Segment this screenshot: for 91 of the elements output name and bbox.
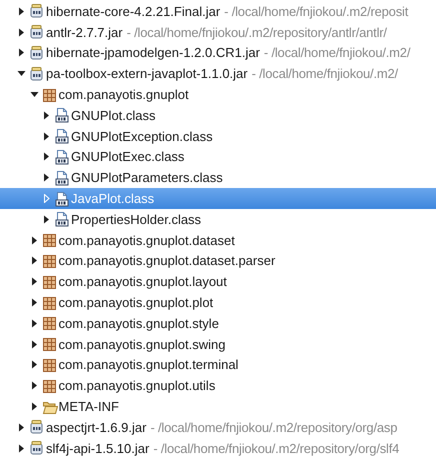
jar-icon bbox=[29, 24, 45, 40]
tree-item[interactable]: com.panayotis.gnuplot.swing bbox=[0, 334, 436, 355]
package-icon bbox=[42, 356, 58, 373]
class-file-icon bbox=[54, 107, 70, 124]
jar-icon bbox=[29, 66, 45, 82]
tree-item[interactable]: com.panayotis.gnuplot.utils bbox=[0, 375, 436, 396]
expand-arrow-icon[interactable] bbox=[30, 277, 38, 286]
item-label: com.panayotis.gnuplot.dataset.parser bbox=[58, 253, 276, 268]
expand-arrow-icon[interactable] bbox=[30, 318, 38, 328]
tree-item[interactable]: com.panayotis.gnuplot.style bbox=[0, 312, 436, 334]
expand-arrow-icon[interactable] bbox=[30, 381, 38, 390]
item-label: com.panayotis.gnuplot.style bbox=[58, 316, 219, 331]
jar-icon bbox=[29, 440, 45, 456]
expand-arrow-icon[interactable] bbox=[17, 6, 26, 16]
item-label: aspectjrt-1.6.9.jar bbox=[46, 420, 146, 435]
item-label: GNUPlotExec.class bbox=[71, 149, 184, 164]
item-label: hibernate-jpamodelgen-1.2.0.CR1.jar bbox=[46, 45, 260, 60]
tree-item[interactable]: hibernate-jpamodelgen-1.2.0.CR1.jar - /local/home/fnjiokou/.m2/ bbox=[0, 42, 436, 64]
expand-arrow-icon[interactable] bbox=[30, 256, 38, 266]
package-icon bbox=[42, 336, 58, 352]
expand-arrow-icon[interactable] bbox=[30, 236, 38, 245]
item-label: com.panayotis.gnuplot.swing bbox=[58, 336, 226, 352]
jar-icon bbox=[29, 419, 45, 436]
item-label: GNUPlotParameters.class bbox=[71, 170, 223, 186]
item-location: - /local/home/fnjiokou/.m2/reposit bbox=[224, 4, 408, 19]
tree-item[interactable]: META-INF bbox=[0, 396, 436, 417]
item-label: com.panayotis.gnuplot.layout bbox=[58, 274, 227, 290]
item-label: antlr-2.7.7.jar bbox=[46, 24, 123, 40]
tree-item[interactable]: com.panayotis.gnuplot bbox=[0, 84, 436, 105]
tree-item[interactable]: GNUPlot.class bbox=[0, 104, 436, 126]
expand-arrow-icon[interactable] bbox=[30, 402, 38, 412]
item-label: hibernate-core-4.2.21.Final.jar bbox=[46, 4, 220, 19]
item-label: com.panayotis.gnuplot.dataset bbox=[58, 232, 235, 248]
jar-icon bbox=[29, 44, 45, 61]
tree-item[interactable]: GNUPlotExec.class bbox=[0, 146, 436, 168]
item-location: - /local/home/fnjiokou/.m2/ bbox=[264, 45, 410, 60]
class-file-icon bbox=[54, 128, 70, 144]
package-icon bbox=[42, 274, 58, 290]
class-file-icon bbox=[54, 148, 70, 165]
expand-arrow-icon[interactable] bbox=[30, 360, 38, 370]
item-label: slf4j-api-1.5.10.jar bbox=[46, 440, 150, 456]
item-label: META-INF bbox=[58, 399, 119, 414]
item-location: - /local/home/fnjiokou/.m2/repository/org/asp bbox=[150, 420, 398, 435]
class-file-icon bbox=[54, 170, 70, 186]
expand-arrow-icon[interactable] bbox=[30, 298, 38, 308]
package-icon bbox=[42, 86, 58, 103]
expand-arrow-icon[interactable] bbox=[17, 444, 26, 453]
tree-item[interactable]: antlr-2.7.7.jar - /local/home/fnjiokou/.m2/repository/antlr/antlr/ bbox=[0, 22, 436, 43]
item-label: pa-toolbox-extern-javaplot-1.1.0.jar bbox=[46, 66, 248, 82]
collapse-arrow-icon[interactable] bbox=[30, 90, 38, 100]
item-label: GNUPlot.class bbox=[71, 108, 156, 123]
item-label: com.panayotis.gnuplot.plot bbox=[58, 295, 214, 310]
expand-arrow-icon[interactable] bbox=[42, 152, 51, 162]
item-label: PropertiesHolder.class bbox=[71, 212, 202, 227]
tree-item[interactable]: com.panayotis.gnuplot.dataset bbox=[0, 230, 436, 251]
item-label: com.panayotis.gnuplot bbox=[58, 87, 189, 102]
tree-item[interactable]: GNUPlotParameters.class bbox=[0, 167, 436, 188]
package-icon bbox=[42, 294, 58, 311]
item-location: - /local/home/fnjiokou/.m2/repository/antlr/antlr/ bbox=[126, 24, 387, 40]
tree-item[interactable]: com.panayotis.gnuplot.layout bbox=[0, 271, 436, 292]
item-location: - /local/home/fnjiokou/.m2/ bbox=[252, 66, 398, 82]
item-label: JavaPlot.class bbox=[71, 191, 154, 206]
expand-arrow-icon[interactable] bbox=[17, 48, 26, 58]
collapse-arrow-icon[interactable] bbox=[17, 69, 26, 78]
item-location: - /local/home/fnjiokou/.m2/repository/org/slf4 bbox=[153, 440, 400, 456]
package-icon bbox=[42, 252, 58, 269]
expand-arrow-icon[interactable] bbox=[17, 422, 26, 432]
expand-arrow-icon[interactable] bbox=[30, 340, 38, 349]
tree-item[interactable]: com.panayotis.gnuplot.plot bbox=[0, 292, 436, 313]
package-icon bbox=[42, 315, 58, 332]
package-icon bbox=[42, 232, 58, 248]
class-file-icon bbox=[54, 211, 70, 228]
class-file-icon bbox=[54, 190, 70, 207]
package-icon bbox=[42, 378, 58, 394]
tree-item[interactable]: PropertiesHolder.class bbox=[0, 208, 436, 230]
expand-arrow-icon[interactable] bbox=[42, 132, 51, 141]
tree-item[interactable]: slf4j-api-1.5.10.jar - /local/home/fnjiokou/.m2/repository/org/slf4 bbox=[0, 438, 436, 459]
expand-arrow-icon[interactable] bbox=[42, 173, 51, 182]
expand-arrow-icon[interactable] bbox=[42, 110, 51, 120]
jar-icon bbox=[29, 3, 45, 20]
expand-arrow-icon[interactable] bbox=[42, 214, 51, 224]
tree-item[interactable]: aspectjrt-1.6.9.jar - /local/home/fnjiokou/.m2/repository/org/asp bbox=[0, 416, 436, 438]
tree-item[interactable]: com.panayotis.gnuplot.dataset.parser bbox=[0, 250, 436, 272]
item-label: com.panayotis.gnuplot.utils bbox=[58, 378, 216, 394]
tree-item[interactable]: pa-toolbox-extern-javaplot-1.1.0.jar - /local/home/fnjiokou/.m2/ bbox=[0, 63, 436, 84]
item-label: GNUPlotException.class bbox=[71, 128, 213, 144]
tree-item[interactable]: com.panayotis.gnuplot.terminal bbox=[0, 354, 436, 376]
item-label: com.panayotis.gnuplot.terminal bbox=[58, 357, 238, 372]
tree-item[interactable]: hibernate-core-4.2.21.Final.jar - /local/home/fnjiokou/.m2/reposit bbox=[0, 1, 436, 22]
expand-arrow-icon[interactable] bbox=[17, 28, 26, 37]
tree-item[interactable]: GNUPlotException.class bbox=[0, 126, 436, 147]
